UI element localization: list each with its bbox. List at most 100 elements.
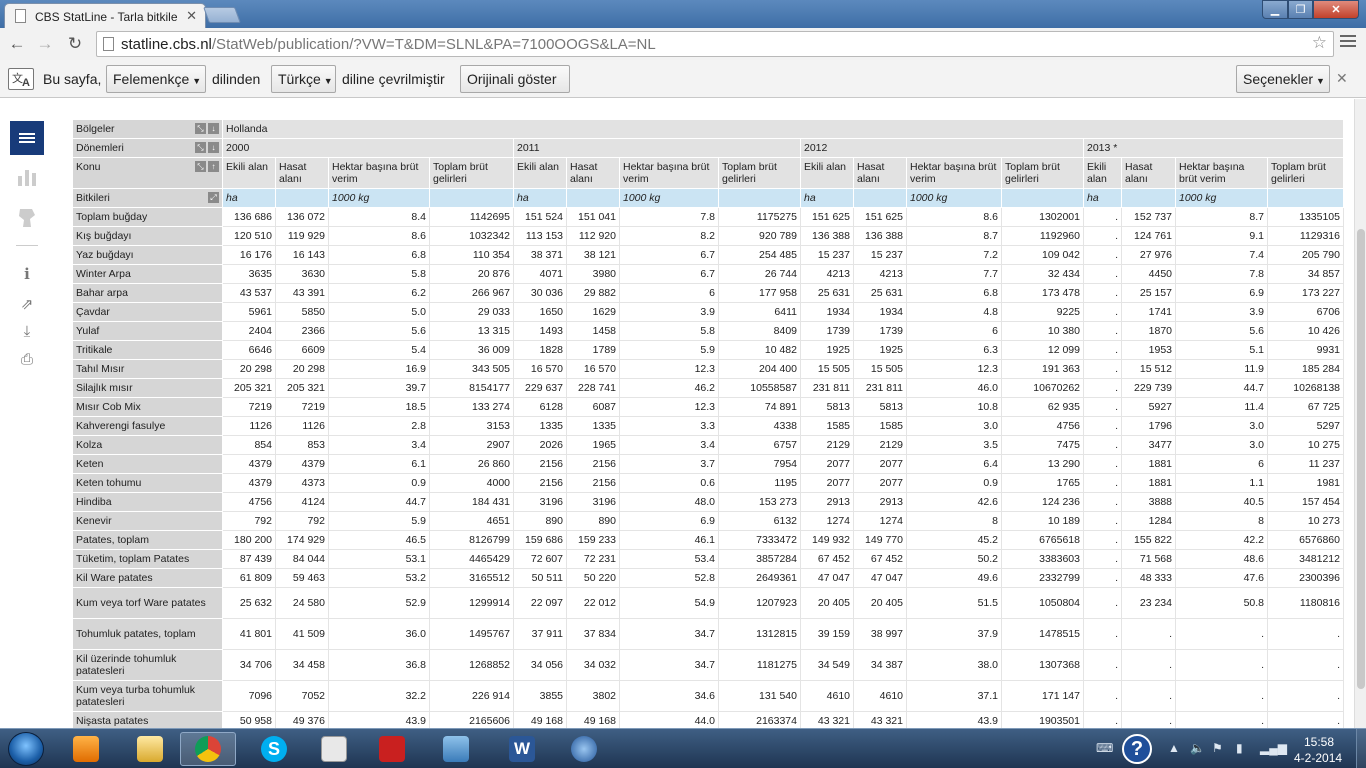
table-cell: 5850 xyxy=(275,302,329,322)
minimize-button[interactable]: ▁ xyxy=(1262,0,1288,19)
close-window-button[interactable]: ✕ xyxy=(1313,0,1359,19)
table-cell: 2913 xyxy=(853,492,907,512)
year-header: 2013 * xyxy=(1083,138,1344,158)
arrow-left-icon: ← xyxy=(8,34,26,53)
show-desktop-button[interactable] xyxy=(1356,729,1366,768)
table-cell: 2077 xyxy=(853,454,907,474)
table-cell: 47 047 xyxy=(853,568,907,588)
new-tab-button[interactable] xyxy=(203,7,241,23)
download-icon[interactable]: ⤓ xyxy=(18,323,36,341)
action-center-icon[interactable]: ⚑ xyxy=(1212,741,1223,755)
help-icon[interactable]: ? xyxy=(1122,734,1152,764)
table-cell: 4450 xyxy=(1121,264,1176,284)
region-value: Hollanda xyxy=(222,119,1344,139)
info-icon[interactable]: i xyxy=(18,265,36,283)
pdf-editor-taskbar-button[interactable] xyxy=(306,732,362,766)
table-cell: 8126799 xyxy=(429,530,514,550)
target-language-select[interactable]: Türkçe ▼ xyxy=(271,65,336,93)
scroll-thumb[interactable] xyxy=(1357,229,1365,689)
pivot-controls[interactable]: ⤡ ↓ xyxy=(193,123,219,134)
share-icon[interactable]: ⇗ xyxy=(18,295,36,313)
row-label: Yaz buğdayı xyxy=(72,245,223,265)
table-cell: 205 321 xyxy=(275,378,329,398)
table-cell: 34 458 xyxy=(275,649,329,681)
word-taskbar-button[interactable]: W xyxy=(494,732,550,766)
table-cell: 51.5 xyxy=(906,587,1002,619)
table-cell: 2907 xyxy=(429,435,514,455)
table-cell: 9931 xyxy=(1267,340,1344,360)
keyboard-icon[interactable]: ⌨ xyxy=(1096,741,1113,755)
table-cell: 12.3 xyxy=(619,397,719,417)
view-sidebar: i ⇗ ⤓ ⎙ xyxy=(10,99,44,728)
power-icon[interactable]: ▮ xyxy=(1236,741,1243,755)
unit-cell: ha xyxy=(222,188,276,208)
options-select[interactable]: Seçenekler ▼ xyxy=(1236,65,1330,93)
divider xyxy=(16,245,38,246)
chrome-taskbar-button[interactable] xyxy=(180,732,236,766)
tab-close-icon[interactable]: ✕ xyxy=(186,8,197,24)
table-cell: 10 426 xyxy=(1267,321,1344,341)
table-cell: 2129 xyxy=(853,435,907,455)
document-icon xyxy=(321,736,347,762)
table-cell: 1629 xyxy=(566,302,620,322)
table-cell: 8 xyxy=(906,511,1002,531)
row-label: Çavdar xyxy=(72,302,223,322)
address-bar[interactable]: statline.cbs.nl/StatWeb/publication/?VW=… xyxy=(96,31,1334,57)
table-cell: 155 822 xyxy=(1121,530,1176,550)
table-cell: 47 047 xyxy=(800,568,854,588)
column-header: Hasat alanı xyxy=(566,157,620,189)
row-label: Tahıl Mısır xyxy=(72,359,223,379)
table-cell: 1934 xyxy=(800,302,854,322)
table-cell: 10.8 xyxy=(906,397,1002,417)
network-icon[interactable]: ▂▄▆ xyxy=(1260,741,1287,755)
chevron-up-icon[interactable]: ▲ xyxy=(1168,741,1180,755)
table-cell: 1192960 xyxy=(1001,226,1084,246)
chart-view-button[interactable] xyxy=(10,159,44,193)
table-cell: 1207923 xyxy=(718,587,801,619)
show-original-button[interactable]: Orijinali göster xyxy=(460,65,570,93)
table-cell: 7096 xyxy=(222,680,276,712)
browser-tab[interactable]: CBS StatLine - Tarla bitkile ✕ xyxy=(4,3,206,29)
bookmark-star-icon[interactable]: ☆ xyxy=(1312,33,1327,53)
table-cell: 3.0 xyxy=(906,416,1002,436)
crops-label: Bitkileri ⤢ xyxy=(72,188,223,208)
maximize-button[interactable]: ❐ xyxy=(1288,0,1313,19)
table-cell: 3481212 xyxy=(1267,549,1344,569)
start-button[interactable] xyxy=(8,732,44,766)
table-cell: 6.8 xyxy=(328,245,430,265)
table-cell: 59 463 xyxy=(275,568,329,588)
forward-button[interactable]: → xyxy=(34,33,56,55)
table-cell: 16 176 xyxy=(222,245,276,265)
acrobat-taskbar-button[interactable] xyxy=(364,732,420,766)
volume-icon[interactable]: 🔈 xyxy=(1190,741,1205,755)
table-view-button[interactable] xyxy=(10,121,44,155)
unit-cell: ha xyxy=(513,188,567,208)
table-cell: 3857284 xyxy=(718,549,801,569)
clock-date[interactable]: 4-2-2014 xyxy=(1294,751,1342,765)
explorer-taskbar-button[interactable] xyxy=(122,732,178,766)
table-cell: 1796 xyxy=(1121,416,1176,436)
map-view-button[interactable] xyxy=(10,201,44,235)
table-cell: 853 xyxy=(275,435,329,455)
thunderbird-taskbar-button[interactable] xyxy=(556,732,612,766)
pivot-controls[interactable]: ⤡ ↓ xyxy=(193,142,219,153)
table-cell: 1650 xyxy=(513,302,567,322)
skype-taskbar-button[interactable]: S xyxy=(246,732,302,766)
map-icon xyxy=(19,209,35,227)
source-language-select[interactable]: Felemenkçe ▼ xyxy=(106,65,206,93)
clock-time[interactable]: 15:58 xyxy=(1304,735,1334,749)
pivot-controls[interactable]: ⤢ xyxy=(206,192,219,203)
photo-viewer-taskbar-button[interactable] xyxy=(428,732,484,766)
table-cell: 27 976 xyxy=(1121,245,1176,265)
table-cell: 15 237 xyxy=(800,245,854,265)
page-scrollbar[interactable] xyxy=(1354,99,1366,728)
close-icon[interactable]: ✕ xyxy=(1336,70,1348,87)
back-button[interactable]: ← xyxy=(6,33,28,55)
reload-button[interactable]: ↻ xyxy=(64,33,86,55)
pivot-controls[interactable]: ⤡ ↑ xyxy=(193,161,219,173)
year-header: 2012 xyxy=(800,138,1084,158)
chrome-menu-button[interactable] xyxy=(1340,35,1356,51)
print-icon[interactable]: ⎙ xyxy=(18,351,36,369)
table-cell: 18.5 xyxy=(328,397,430,417)
media-player-taskbar-button[interactable] xyxy=(58,732,114,766)
